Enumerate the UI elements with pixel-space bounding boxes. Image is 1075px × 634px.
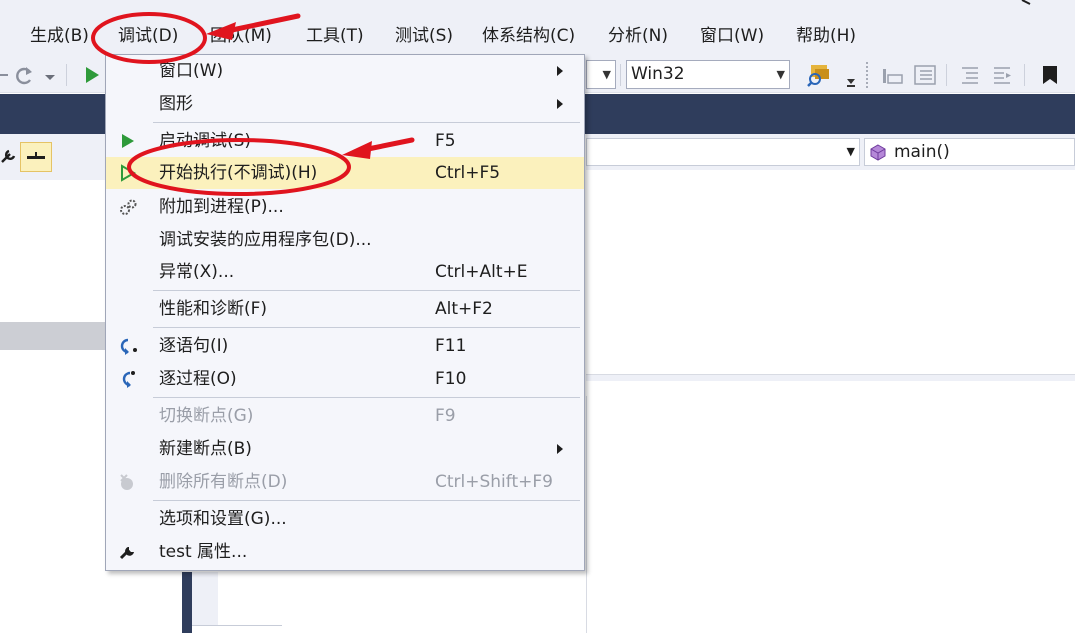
function-combo-value: main() (894, 142, 950, 162)
pin-icon[interactable] (20, 142, 52, 172)
play-outline-icon (118, 164, 138, 182)
scope-combo[interactable]: ▼ (586, 138, 860, 166)
panel-edge (182, 572, 192, 633)
menu-separator (153, 500, 580, 501)
solution-explorer (0, 180, 110, 322)
chevron-down-icon: ▼ (776, 68, 785, 81)
redo-dropdown-icon[interactable] (44, 68, 56, 82)
menu-separator (153, 290, 580, 291)
step-into-icon (118, 337, 138, 355)
submenu-arrow-icon (557, 99, 563, 109)
chevron-down-icon: ▼ (846, 145, 855, 158)
step-over-icon (118, 370, 138, 388)
redo-icon[interactable] (14, 64, 36, 86)
debug-menu-dropdown: 窗口(W) 图形 启动调试(S) F5 开始执行(不调试)(H) Ctrl+F5… (105, 54, 585, 571)
menu-item-start-without-debugging[interactable]: 开始执行(不调试)(H) Ctrl+F5 (106, 157, 584, 189)
menu-architecture[interactable]: 体系结构(C) (478, 22, 579, 50)
menu-debug[interactable]: 调试(D) (114, 22, 182, 50)
uncomment-icon[interactable] (912, 63, 938, 87)
menu-item-window[interactable]: 窗口(W) (106, 55, 584, 87)
menu-separator (153, 122, 580, 123)
menu-item-performance-diagnostics[interactable]: 性能和诊断(F) Alt+F2 (106, 293, 584, 325)
start-icon[interactable] (82, 65, 102, 85)
code-editor[interactable] (586, 170, 1075, 633)
comment-out-icon[interactable] (880, 63, 906, 87)
menu-window[interactable]: 窗口(W) (696, 22, 768, 50)
platform-combo[interactable]: Win32 ▼ (626, 60, 790, 89)
decrease-indent-icon[interactable] (958, 64, 982, 86)
menu-bar: 生成(B) 调试(D) 团队(M) 工具(T) 测试(S) 体系结构(C) 分析… (0, 0, 1075, 58)
toolbar-overflow-icon[interactable] (845, 74, 857, 88)
wrench-icon[interactable] (0, 148, 16, 166)
panel-gutter (192, 572, 218, 633)
menu-item-graphics[interactable]: 图形 (106, 88, 584, 120)
menu-item-options-settings[interactable]: 选项和设置(G)... (106, 503, 584, 535)
menu-item-new-breakpoint[interactable]: 新建断点(B) (106, 433, 584, 465)
menu-item-test-properties[interactable]: test 属性... (106, 536, 584, 568)
play-icon (118, 132, 138, 150)
menu-separator (153, 397, 580, 398)
menu-item-attach-to-process[interactable]: 附加到进程(P)... (106, 191, 584, 223)
menu-separator (153, 327, 580, 328)
menu-item-toggle-breakpoint[interactable]: 切换断点(G) F9 (106, 400, 584, 432)
solution-explorer-divider (0, 322, 110, 350)
solution-explorer-toolbar (0, 134, 110, 181)
config-combo[interactable]: ▼ (586, 60, 616, 89)
gears-icon (118, 198, 138, 216)
menu-team[interactable]: 团队(M) (206, 22, 276, 50)
platform-combo-value: Win32 (631, 64, 685, 84)
menu-item-step-over[interactable]: 逐过程(O) F10 (106, 363, 584, 395)
menu-item-debug-installed-app[interactable]: 调试安装的应用程序包(D)... (106, 224, 584, 256)
menu-analyze[interactable]: 分析(N) (604, 22, 672, 50)
editor-margin-line (586, 396, 587, 633)
bookmark-icon[interactable] (1040, 64, 1060, 86)
toolbar-grip[interactable] (866, 62, 872, 88)
menu-item-exceptions[interactable]: 异常(X)... Ctrl+Alt+E (106, 256, 584, 288)
submenu-arrow-icon (557, 444, 563, 454)
increase-indent-icon[interactable] (990, 64, 1014, 86)
menu-help[interactable]: 帮助(H) (792, 22, 860, 50)
menu-test[interactable]: 测试(S) (391, 22, 457, 50)
submenu-arrow-icon (557, 66, 563, 76)
function-cube-icon (869, 143, 887, 161)
find-in-files-icon[interactable] (806, 62, 832, 88)
menu-build[interactable]: 生成(B) (26, 22, 93, 50)
delete-breakpoints-icon (118, 473, 138, 491)
menu-item-delete-all-breakpoints[interactable]: 删除所有断点(D) Ctrl+Shift+F9 (106, 466, 584, 498)
wrench-icon (118, 543, 138, 561)
undo-tail-icon[interactable] (0, 66, 10, 84)
editor-splitter[interactable] (586, 374, 1075, 381)
lower-pane (0, 350, 110, 633)
function-combo[interactable]: main() (864, 138, 1075, 166)
menu-tools[interactable]: 工具(T) (302, 22, 368, 50)
menu-item-start-debugging[interactable]: 启动调试(S) F5 (106, 125, 584, 157)
menu-item-step-into[interactable]: 逐语句(I) F11 (106, 330, 584, 362)
